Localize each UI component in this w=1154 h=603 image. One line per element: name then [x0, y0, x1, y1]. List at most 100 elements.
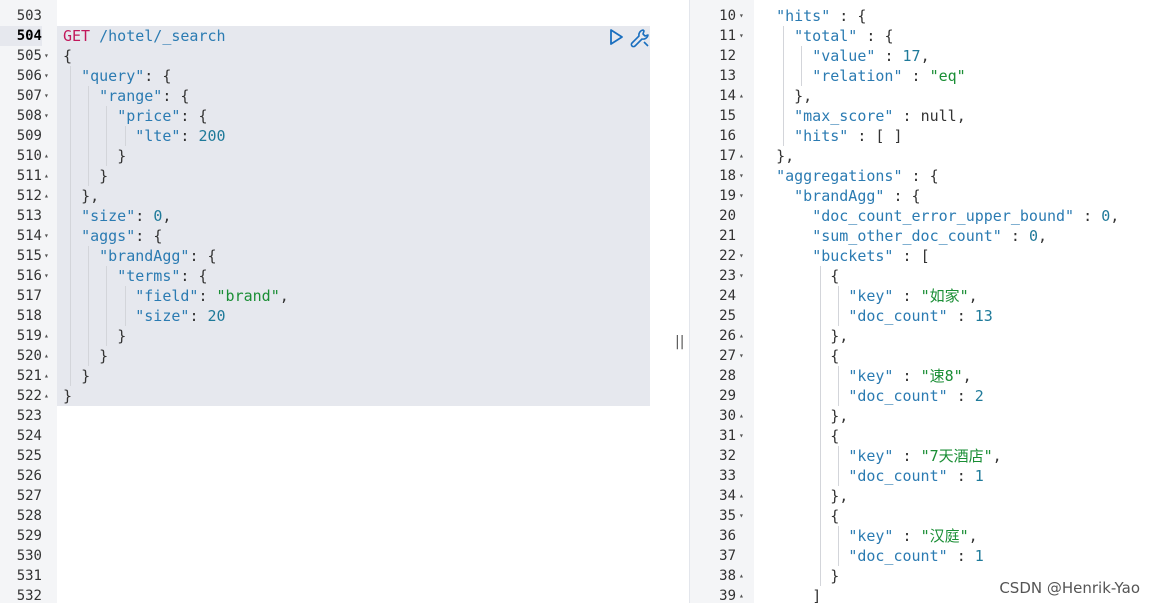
- request-code-line[interactable]: "query": {: [63, 66, 171, 86]
- response-code-line[interactable]: "hits" : [ ]: [758, 126, 902, 146]
- token: {: [180, 87, 190, 105]
- response-line-number: 35: [719, 508, 736, 524]
- response-viewer[interactable]: 10 ▾ 11 ▾ 12 13 14 ▴ 15 16 17 ▴ 18 ▾ 19 ▾ 20 21 22 ▾ 23 ▾ 24 25…: [689, 0, 1154, 603]
- fold-toggle-icon[interactable]: ▾: [44, 266, 49, 286]
- request-code-line[interactable]: }: [63, 326, 126, 346]
- response-code-line[interactable]: },: [758, 146, 794, 166]
- unfold-toggle-icon[interactable]: ▴: [44, 366, 49, 386]
- play-icon[interactable]: [607, 28, 625, 46]
- fold-toggle-icon[interactable]: ▾: [739, 246, 744, 266]
- response-code-line[interactable]: "value" : 17,: [758, 46, 929, 66]
- fold-toggle-icon[interactable]: ▾: [44, 226, 49, 246]
- unfold-toggle-icon[interactable]: ▴: [44, 346, 49, 366]
- response-code-line[interactable]: "doc_count" : 1: [758, 466, 983, 486]
- fold-toggle-icon[interactable]: ▾: [44, 66, 49, 86]
- response-code-line[interactable]: "max_score" : null,: [758, 106, 966, 126]
- response-code-line[interactable]: "key" : "汉庭",: [758, 526, 977, 546]
- request-code-line[interactable]: "terms": {: [63, 266, 207, 286]
- fold-toggle-icon[interactable]: ▾: [739, 266, 744, 286]
- unfold-toggle-icon[interactable]: ▴: [739, 146, 744, 166]
- fold-toggle-icon[interactable]: ▾: [44, 86, 49, 106]
- unfold-toggle-icon[interactable]: ▴: [739, 86, 744, 106]
- response-code-line[interactable]: "brandAgg" : {: [758, 186, 920, 206]
- unfold-toggle-icon[interactable]: ▴: [739, 586, 744, 603]
- unfold-toggle-icon[interactable]: ▴: [44, 186, 49, 206]
- fold-toggle-icon[interactable]: ▾: [44, 246, 49, 266]
- unfold-toggle-icon[interactable]: ▴: [44, 326, 49, 346]
- response-code-line[interactable]: "aggregations" : {: [758, 166, 939, 186]
- request-code-line[interactable]: "size": 20: [63, 306, 225, 326]
- request-code-line[interactable]: "aggs": {: [63, 226, 162, 246]
- response-code-line[interactable]: "hits" : {: [758, 6, 866, 26]
- resize-grip-icon[interactable]: ||: [675, 334, 684, 350]
- request-code-line[interactable]: }: [63, 346, 108, 366]
- token: "key": [848, 367, 894, 385]
- request-code-line[interactable]: GET /hotel/_search: [63, 26, 226, 46]
- request-code-line[interactable]: "price": {: [63, 106, 207, 126]
- response-code-line[interactable]: {: [758, 506, 839, 526]
- request-code-line[interactable]: "size": 0,: [63, 206, 171, 226]
- unfold-toggle-icon[interactable]: ▴: [739, 406, 744, 426]
- response-code-line[interactable]: "key" : "速8",: [758, 366, 971, 386]
- response-line-number: 11: [719, 28, 736, 44]
- response-code-line[interactable]: "relation" : "eq": [758, 66, 966, 86]
- request-code-line[interactable]: "range": {: [63, 86, 189, 106]
- unfold-toggle-icon[interactable]: ▴: [739, 326, 744, 346]
- fold-toggle-icon[interactable]: ▾: [739, 346, 744, 366]
- fold-toggle-icon[interactable]: ▾: [739, 186, 744, 206]
- response-code-line[interactable]: "sum_other_doc_count" : 0,: [758, 226, 1047, 246]
- request-code-line[interactable]: "lte": 200: [63, 126, 225, 146]
- response-code-line[interactable]: "key" : "7天酒店",: [758, 446, 1001, 466]
- request-code-line[interactable]: "brandAgg": {: [63, 246, 216, 266]
- fold-toggle-icon[interactable]: ▾: [739, 6, 744, 26]
- request-code-line[interactable]: }: [63, 166, 108, 186]
- fold-toggle-icon[interactable]: ▾: [44, 106, 49, 126]
- response-code-line[interactable]: "doc_count" : 2: [758, 386, 983, 406]
- response-code-line[interactable]: }: [758, 566, 839, 586]
- response-code-line[interactable]: },: [758, 406, 848, 426]
- response-code-line[interactable]: {: [758, 426, 839, 446]
- pane-resize-handle[interactable]: ||: [671, 0, 689, 603]
- fold-toggle-icon[interactable]: ▾: [739, 426, 744, 446]
- response-code-line[interactable]: "doc_count" : 1: [758, 546, 983, 566]
- request-editor[interactable]: 503 504 505 ▾ 506 ▾ 507 ▾ 508 ▾ 509 510 ▴ 511 ▴ 512 ▴ 513…: [0, 0, 671, 603]
- unfold-toggle-icon[interactable]: ▴: [739, 486, 744, 506]
- unfold-toggle-icon[interactable]: ▴: [44, 146, 49, 166]
- response-code-line[interactable]: "buckets" : [: [758, 246, 929, 266]
- token: {: [929, 167, 939, 185]
- fold-toggle-icon[interactable]: ▾: [44, 46, 49, 66]
- response-code-line[interactable]: {: [758, 346, 839, 366]
- response-code-line[interactable]: {: [758, 266, 839, 286]
- request-code-line[interactable]: }: [63, 386, 72, 406]
- fold-toggle-icon[interactable]: ▾: [739, 166, 744, 186]
- request-code-line[interactable]: {: [63, 46, 72, 66]
- unfold-toggle-icon[interactable]: ▴: [44, 166, 49, 186]
- unfold-toggle-icon[interactable]: ▴: [739, 566, 744, 586]
- response-code-line[interactable]: "total" : {: [758, 26, 893, 46]
- response-code-line[interactable]: "doc_count" : 13: [758, 306, 993, 326]
- request-code-line[interactable]: }: [63, 146, 126, 166]
- response-code-line[interactable]: },: [758, 326, 848, 346]
- response-code-line[interactable]: "key" : "如家",: [758, 286, 977, 306]
- request-code-line[interactable]: "field": "brand",: [63, 286, 289, 306]
- wrench-icon[interactable]: [629, 27, 651, 49]
- request-code-line[interactable]: }: [63, 366, 90, 386]
- fold-toggle-icon[interactable]: ▾: [739, 26, 744, 46]
- response-code-line[interactable]: },: [758, 486, 848, 506]
- fold-toggle-icon[interactable]: ▾: [739, 506, 744, 526]
- unfold-toggle-icon[interactable]: ▴: [44, 386, 49, 406]
- response-code-line[interactable]: "doc_count_error_upper_bound" : 0,: [758, 206, 1119, 226]
- response-code-line[interactable]: ]: [758, 586, 821, 603]
- response-code-line[interactable]: },: [758, 86, 812, 106]
- request-code-line[interactable]: },: [63, 186, 99, 206]
